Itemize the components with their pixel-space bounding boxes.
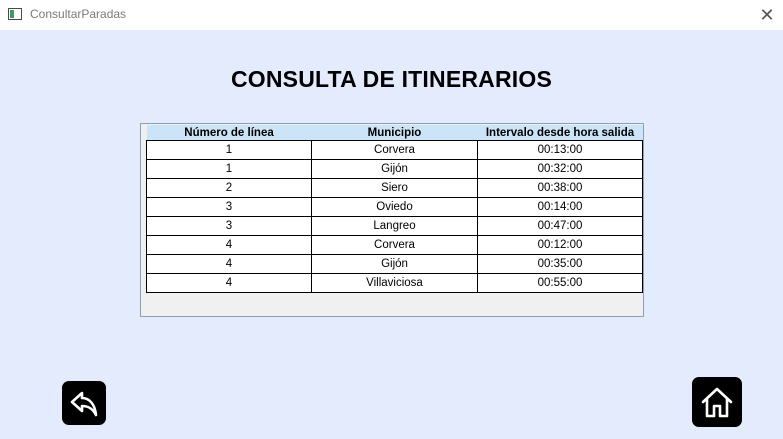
app-window-icon: [8, 8, 22, 20]
cell-interval[interactable]: 00:38:00: [477, 178, 643, 198]
home-icon: [701, 387, 733, 418]
cell-municipality[interactable]: Gijón: [311, 159, 478, 179]
cell-interval[interactable]: 00:55:00: [477, 273, 643, 293]
back-button[interactable]: [62, 381, 106, 425]
cell-line-number[interactable]: 1: [146, 140, 312, 160]
cell-interval[interactable]: 00:47:00: [477, 216, 643, 236]
column-header-municipality[interactable]: Municipio: [311, 125, 478, 141]
cell-municipality[interactable]: Siero: [311, 178, 478, 198]
window-title: ConsultarParadas: [30, 7, 127, 21]
cell-line-number[interactable]: 4: [146, 235, 312, 255]
cell-line-number[interactable]: 4: [146, 254, 312, 274]
cell-line-number[interactable]: 3: [146, 197, 312, 217]
table-row[interactable]: 1 Corvera 00:13:00: [146, 140, 643, 160]
table-row[interactable]: 3 Langreo 00:47:00: [146, 216, 643, 236]
itineraries-grid[interactable]: Número de línea Municipio Intervalo desd…: [140, 123, 644, 317]
cell-municipality[interactable]: Oviedo: [311, 197, 478, 217]
cell-line-number[interactable]: 4: [146, 273, 312, 293]
cell-municipality[interactable]: Corvera: [311, 140, 478, 160]
home-button[interactable]: [692, 377, 742, 427]
table-row[interactable]: 4 Villaviciosa 00:55:00: [146, 273, 643, 293]
table-row[interactable]: 4 Corvera 00:12:00: [146, 235, 643, 255]
column-header-line-number[interactable]: Número de línea: [146, 125, 312, 141]
cell-interval[interactable]: 00:12:00: [477, 235, 643, 255]
cell-line-number[interactable]: 1: [146, 159, 312, 179]
back-arrow-icon: [70, 391, 98, 417]
cell-municipality[interactable]: Villaviciosa: [311, 273, 478, 293]
table-row[interactable]: 3 Oviedo 00:14:00: [146, 197, 643, 217]
close-button[interactable]: ✕: [755, 3, 779, 27]
cell-municipality[interactable]: Corvera: [311, 235, 478, 255]
page-title: CONSULTA DE ITINERARIOS: [230, 66, 553, 92]
cell-interval[interactable]: 00:32:00: [477, 159, 643, 179]
itineraries-table: Número de línea Municipio Intervalo desd…: [146, 125, 643, 293]
column-header-interval[interactable]: Intervalo desde hora salida: [477, 125, 643, 141]
table-row[interactable]: 1 Gijón 00:32:00: [146, 159, 643, 179]
cell-interval[interactable]: 00:35:00: [477, 254, 643, 274]
main-content: CONSULTA DE ITINERARIOS Número de línea …: [0, 30, 783, 439]
cell-interval[interactable]: 00:14:00: [477, 197, 643, 217]
cell-municipality[interactable]: Langreo: [311, 216, 478, 236]
cell-municipality[interactable]: Gijón: [311, 254, 478, 274]
table-row[interactable]: 4 Gijón 00:35:00: [146, 254, 643, 274]
cell-line-number[interactable]: 2: [146, 178, 312, 198]
table-header-row: Número de línea Municipio Intervalo desd…: [146, 125, 643, 141]
cell-line-number[interactable]: 3: [146, 216, 312, 236]
cell-interval[interactable]: 00:13:00: [477, 140, 643, 160]
table-row[interactable]: 2 Siero 00:38:00: [146, 178, 643, 198]
title-bar: ConsultarParadas ✕: [0, 0, 783, 30]
